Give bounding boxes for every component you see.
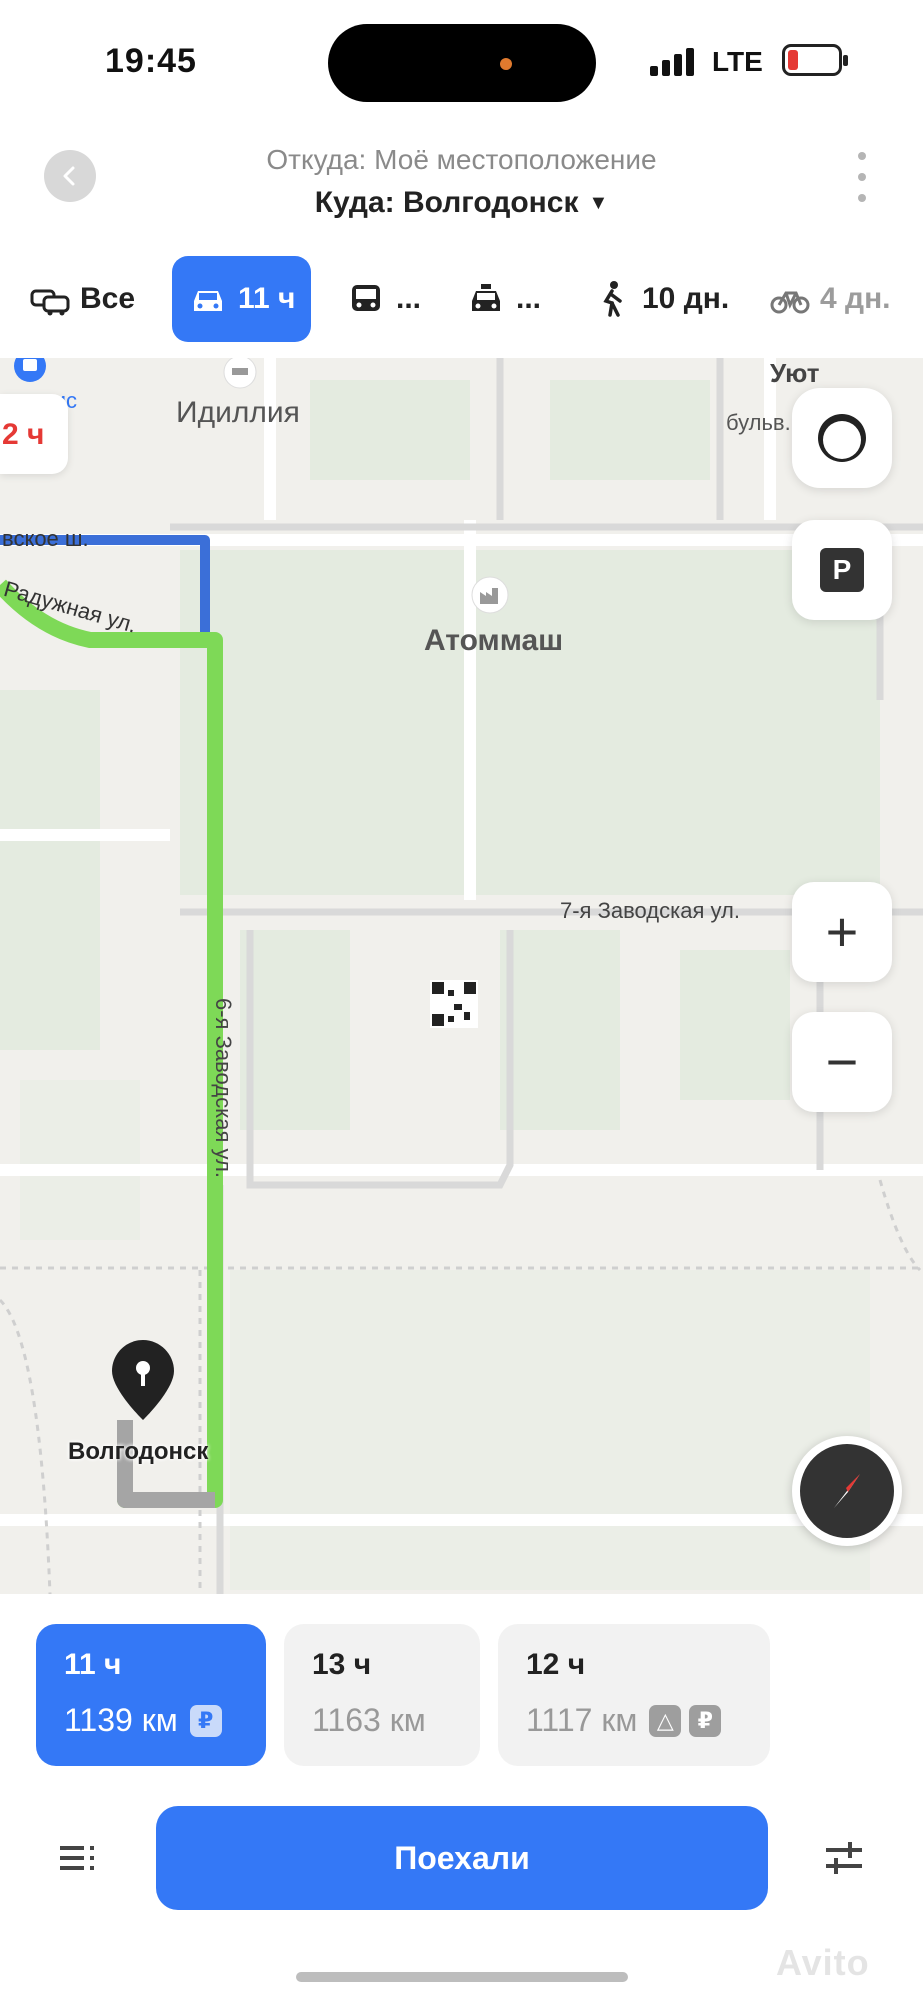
alt-route-time: 2 ч	[2, 418, 45, 451]
tab-bus[interactable]: ...	[346, 256, 421, 342]
map-label-shosse: вское ш.	[2, 526, 89, 551]
parking-button[interactable]: P	[792, 520, 892, 620]
walk-icon	[603, 281, 622, 317]
route-to[interactable]: Куда: Волгодонск ▼	[0, 186, 923, 220]
destination-label: Волгодонск	[68, 1438, 209, 1465]
route-option-1[interactable]: 11 ч 1139 км ₽	[36, 1624, 266, 1766]
route-option-3[interactable]: 12 ч 1117 км △ ₽	[498, 1624, 770, 1766]
tab-car[interactable]: 11 ч	[172, 256, 312, 342]
tab-taxi[interactable]: ...	[466, 256, 541, 342]
bus-icon	[352, 285, 380, 311]
alice-button[interactable]	[792, 388, 892, 488]
bike-icon	[770, 291, 810, 314]
watermark-logo: Avito	[776, 1942, 870, 1983]
tab-bike-label: 4 дн.	[820, 282, 891, 315]
route-distance: 1163 км	[312, 1702, 426, 1738]
route-settings-button[interactable]	[822, 1836, 866, 1880]
taxi-icon	[472, 284, 500, 311]
status-bar: 19:45 LTE	[0, 0, 923, 120]
sliders-icon	[826, 1842, 862, 1874]
tab-all-label: Все	[80, 282, 136, 315]
parking-label: P	[832, 554, 852, 585]
route-time: 11 ч	[64, 1648, 122, 1681]
route-distance: 1139 км	[64, 1702, 178, 1738]
warning-icon: △	[649, 1704, 682, 1737]
transport-tabs: Все 11 ч ... ... 10 дн. 4 дн.	[0, 256, 923, 346]
compass-button[interactable]	[792, 1436, 902, 1546]
toll-icon: ₽	[189, 1704, 222, 1737]
battery-level	[788, 50, 798, 70]
plus-icon: +	[825, 900, 859, 963]
route-to-label: Куда: Волгодонск	[314, 186, 579, 219]
status-time: 19:45	[105, 42, 197, 80]
map-label-zavodskaya-6: 6-я Заводская ул.	[211, 998, 236, 1178]
map-label-zavodskaya-7: 7-я Заводская ул.	[560, 898, 740, 923]
tab-car-label: 11 ч	[238, 282, 296, 315]
qr-code	[430, 980, 478, 1028]
list-icon	[60, 1846, 94, 1870]
compass-icon	[834, 1474, 860, 1508]
go-button[interactable]: Поехали	[156, 1806, 768, 1910]
battery-icon	[782, 44, 848, 76]
caret-down-icon: ▼	[588, 192, 609, 214]
toll-icon: ₽	[689, 1704, 722, 1737]
destination-pin-icon	[112, 1340, 174, 1420]
alt-route-chip[interactable]: 2 ч	[0, 394, 68, 474]
tab-taxi-label: ...	[516, 282, 542, 315]
home-indicator	[296, 1972, 628, 1982]
map-view[interactable]: Идиллия Уют бульв. вское ш. Радужная ул.…	[0, 358, 923, 1594]
route-time: 13 ч	[312, 1648, 372, 1681]
more-options-button[interactable]	[852, 152, 872, 202]
signal-icon	[650, 48, 698, 76]
network-type: LTE	[712, 46, 763, 77]
route-list-button[interactable]	[56, 1836, 100, 1880]
route-distance: 1117 км	[526, 1702, 638, 1738]
tab-bus-label: ...	[396, 282, 422, 315]
route-time: 12 ч	[526, 1648, 586, 1681]
route-option-2[interactable]: 13 ч 1163 км	[284, 1624, 480, 1766]
cars-icon	[30, 289, 70, 316]
car-icon	[194, 291, 222, 311]
tab-all[interactable]: Все	[30, 256, 135, 342]
tab-walk-label: 10 дн.	[642, 282, 730, 315]
minus-icon: −	[825, 1030, 859, 1093]
dynamic-island	[328, 24, 596, 102]
alice-icon	[818, 414, 866, 462]
zoom-in-button[interactable]: +	[792, 882, 892, 982]
tab-walk[interactable]: 10 дн.	[592, 256, 729, 342]
zoom-out-button[interactable]: −	[792, 1012, 892, 1112]
map-label-bulvar: бульв.	[726, 410, 791, 435]
map-label-uyut: Уют	[770, 358, 820, 388]
tab-bike[interactable]: 4 дн.	[770, 256, 891, 342]
route-from[interactable]: Откуда: Моё местоположение	[0, 144, 923, 176]
map-label-idilliya: Идиллия	[176, 396, 300, 429]
camera-indicator	[500, 58, 512, 70]
map-label-atommash: Атоммаш	[424, 624, 564, 657]
